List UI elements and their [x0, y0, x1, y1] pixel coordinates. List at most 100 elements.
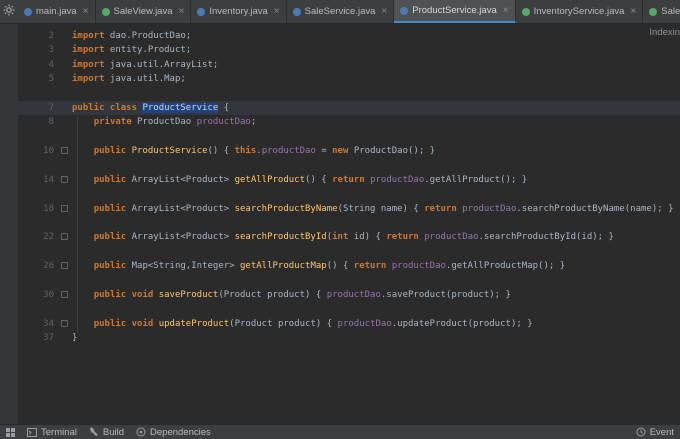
statusbar-item-label: Build: [102, 426, 125, 438]
terminal-icon: [27, 427, 37, 437]
code-text: private ProductDao productDao;: [93, 117, 257, 128]
toolwindows-icon: [6, 427, 15, 437]
fold-marker-icon[interactable]: [61, 233, 68, 241]
code-text: public ArrayList<Product> searchProductB…: [93, 232, 614, 243]
tab-sale-java[interactable]: Sale.java×: [643, 0, 680, 23]
ide-window: main.java × SaleView.java × Inventory.java × S…: [0, 0, 680, 439]
tab-label: Inventory.java: [209, 6, 268, 17]
tab-close-icon[interactable]: ×: [503, 5, 509, 16]
indexing-status: Indexin: [649, 27, 680, 38]
code-row[interactable]: 3 import entity.Product;: [18, 43, 680, 57]
code-row[interactable]: 8 private ProductDao productDao;: [18, 115, 680, 129]
code-row[interactable]: [18, 245, 680, 259]
tab-close-icon[interactable]: ×: [630, 6, 636, 17]
code-row[interactable]: 26 public Map<String,Integer> getAllProd…: [18, 259, 680, 273]
code-text: public class ProductService {: [72, 102, 230, 113]
code-row[interactable]: 14 public ArrayList<Product> getAllProdu…: [18, 173, 680, 187]
fold-column: [58, 259, 72, 273]
java-class-icon: [400, 6, 409, 15]
statusbar-item-event[interactable]: Event: [636, 427, 674, 438]
left-tool-window-stripe[interactable]: [0, 24, 19, 424]
event-icon: [636, 427, 646, 437]
statusbar-item-build[interactable]: Build: [89, 427, 124, 438]
tab-close-icon[interactable]: ×: [274, 6, 280, 17]
statusbar-right: Event: [636, 427, 674, 438]
code-row[interactable]: 37}: [18, 331, 680, 345]
code-row[interactable]: 30 public void saveProduct(Product produ…: [18, 288, 680, 302]
statusbar-item-toolwindows[interactable]: [6, 427, 15, 437]
code-row[interactable]: 22 public ArrayList<Product> searchProdu…: [18, 230, 680, 244]
code-row[interactable]: [18, 302, 680, 316]
fold-marker-icon[interactable]: [61, 204, 68, 212]
fold-marker-icon[interactable]: [61, 147, 68, 155]
line-number: [18, 159, 58, 173]
fold-column: [58, 173, 72, 187]
fold-column: [58, 317, 72, 331]
gear-icon: [3, 3, 15, 21]
code-text: }: [72, 333, 78, 344]
tab-close-icon[interactable]: ×: [83, 6, 89, 17]
code-row[interactable]: [18, 87, 680, 101]
fold-column: [58, 58, 72, 72]
fold-column: [58, 302, 72, 316]
line-number: 10: [43, 146, 54, 157]
fold-column: [58, 130, 72, 144]
code-row[interactable]: 2 import dao.ProductDao;: [18, 29, 680, 43]
line-number: [18, 216, 58, 230]
fold-marker-icon[interactable]: [61, 319, 68, 327]
line-number: 37: [43, 333, 54, 344]
code-text: public ArrayList<Product> searchProductB…: [93, 203, 674, 214]
code-row[interactable]: 4 import java.util.ArrayList;: [18, 58, 680, 72]
code-text: import dao.ProductDao;: [72, 31, 192, 41]
code-row[interactable]: 34 public void updateProduct(Product pro…: [18, 317, 680, 331]
tab-label: SaleView.java: [113, 6, 173, 17]
fold-column: [58, 43, 72, 57]
code-text: import entity.Product;: [72, 45, 192, 56]
code-row[interactable]: 18 public ArrayList<Product> searchProdu…: [18, 202, 680, 216]
line-number: 30: [43, 290, 54, 301]
line-number: [18, 274, 58, 288]
line-number: 3: [48, 45, 54, 56]
code-row[interactable]: [18, 187, 680, 201]
line-number: 22: [43, 232, 54, 243]
statusbar-item-dependencies[interactable]: Dependencies: [136, 427, 211, 438]
tab-label: Sale.java: [661, 6, 680, 17]
statusbar-item-terminal[interactable]: Terminal: [27, 427, 77, 438]
code-row[interactable]: 5 import java.util.Map;: [18, 72, 680, 86]
code-editor[interactable]: 2 import dao.ProductDao; 3 import entity.Pr…: [18, 24, 680, 424]
fold-marker-icon[interactable]: [61, 175, 68, 183]
fold-column: [58, 202, 72, 216]
line-number: [18, 130, 58, 144]
tab-main-java[interactable]: main.java ×: [18, 0, 96, 23]
tab-inventoryservice-java[interactable]: InventoryService.java ×: [515, 0, 644, 23]
code-row[interactable]: [18, 159, 680, 173]
fold-column: [58, 115, 72, 129]
code-text: public void saveProduct(Product product)…: [93, 290, 511, 301]
tab-saleview-java[interactable]: SaleView.java ×: [95, 0, 192, 23]
java-class-icon: [521, 7, 530, 16]
code-text: import java.util.ArrayList;: [72, 59, 219, 70]
line-number: 18: [43, 203, 54, 214]
tab-close-icon[interactable]: ×: [179, 6, 185, 17]
fold-column: [58, 216, 72, 230]
code-row[interactable]: [18, 130, 680, 144]
java-class-icon: [101, 7, 110, 16]
settings-gear-button[interactable]: [0, 0, 18, 23]
tab-productservice-java[interactable]: ProductService.java ×: [394, 0, 516, 23]
tab-saleservice-java[interactable]: SaleService.java ×: [286, 0, 395, 23]
fold-column: [58, 144, 72, 158]
code-row[interactable]: [18, 216, 680, 230]
code-row[interactable]: 10 public ProductService() { this.produc…: [18, 144, 680, 158]
fold-column: [58, 187, 72, 201]
code-row[interactable]: [18, 274, 680, 288]
fold-marker-icon[interactable]: [61, 262, 68, 270]
line-number: 5: [48, 74, 54, 85]
tab-inventory-java[interactable]: Inventory.java ×: [191, 0, 287, 23]
java-class-icon: [292, 7, 301, 16]
tab-label: ProductService.java: [412, 5, 497, 16]
tab-label: SaleService.java: [304, 6, 376, 17]
line-number: 7: [48, 102, 54, 113]
tab-close-icon[interactable]: ×: [381, 6, 387, 17]
code-row[interactable]: 7 public class ProductService {: [18, 100, 680, 116]
fold-marker-icon[interactable]: [61, 291, 68, 299]
